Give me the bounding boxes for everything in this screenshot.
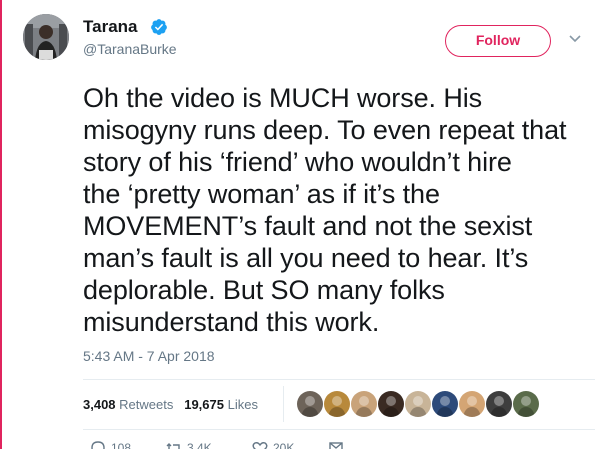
heart-icon bbox=[252, 442, 268, 449]
divider bbox=[83, 379, 595, 380]
tweet-text-line: Oh the video is MUCH worse. His bbox=[83, 83, 483, 113]
liker-avatar[interactable] bbox=[431, 390, 459, 418]
liker-avatar[interactable] bbox=[404, 390, 432, 418]
tweet-timestamp[interactable]: 5:43 AM - 7 Apr 2018 bbox=[83, 348, 215, 364]
retweets-count: 3,408 bbox=[83, 397, 116, 412]
tweet-text-line: misogyny runs deep. To even repeat that bbox=[83, 115, 567, 145]
like-action[interactable]: 20K bbox=[251, 440, 294, 449]
tweet-text: Oh the video is MUCH worse. His misogyny… bbox=[83, 82, 593, 338]
liker-avatar[interactable] bbox=[485, 390, 513, 418]
like-count: 20K bbox=[273, 441, 295, 449]
tweet-text-line: man’s fault is all you need to hear. It’… bbox=[83, 243, 529, 273]
liker-avatar[interactable] bbox=[458, 390, 486, 418]
retweet-count: 3.4K bbox=[187, 441, 212, 449]
retweets-label: Retweets bbox=[119, 397, 174, 412]
avatar-image bbox=[23, 14, 69, 60]
tweet-text-line: MOVEMENT’s fault and not the sexist bbox=[83, 211, 533, 241]
user-handle[interactable]: @TaranaBurke bbox=[83, 41, 177, 57]
retweet-action[interactable]: 3.4K bbox=[165, 440, 212, 449]
liker-avatar[interactable] bbox=[512, 390, 540, 418]
retweets-stat[interactable]: 3,408 Retweets bbox=[83, 397, 173, 412]
follow-button[interactable]: Follow bbox=[445, 25, 551, 57]
tweet-text-line: story of his ‘friend’ who wouldn’t hire bbox=[83, 147, 512, 177]
reply-count: 108 bbox=[111, 441, 132, 449]
tweet-card: Tarana @TaranaBurke Follow Oh the video … bbox=[0, 0, 611, 449]
display-name[interactable]: Tarana bbox=[83, 17, 138, 37]
liker-avatar[interactable] bbox=[296, 390, 324, 418]
liker-avatar[interactable] bbox=[377, 390, 405, 418]
likes-label: Likes bbox=[227, 397, 258, 412]
tweet-text-line: the ‘pretty woman’ as if it’s the bbox=[83, 179, 440, 209]
liker-avatar[interactable] bbox=[350, 390, 378, 418]
chevron-down-icon[interactable] bbox=[568, 34, 582, 44]
likes-stat[interactable]: 19,675 Likes bbox=[184, 397, 258, 412]
avatar[interactable] bbox=[23, 14, 69, 60]
verified-check-icon bbox=[151, 19, 167, 35]
tweet-stats: 3,408 Retweets 19,675 Likes bbox=[83, 397, 258, 413]
envelope-icon bbox=[329, 442, 343, 449]
tweet-text-line: deplorable. But SO many folks bbox=[83, 275, 445, 305]
likes-count: 19,675 bbox=[184, 397, 224, 412]
stats-separator bbox=[283, 386, 284, 422]
reply-icon bbox=[91, 441, 105, 449]
liker-avatar[interactable] bbox=[323, 390, 351, 418]
tweet-text-line: misunderstand this work. bbox=[83, 307, 380, 337]
reply-action[interactable]: 108 bbox=[89, 440, 131, 449]
divider bbox=[83, 429, 595, 430]
retweet-icon bbox=[166, 443, 180, 449]
accent-rule bbox=[0, 0, 2, 449]
message-action[interactable] bbox=[327, 440, 345, 449]
